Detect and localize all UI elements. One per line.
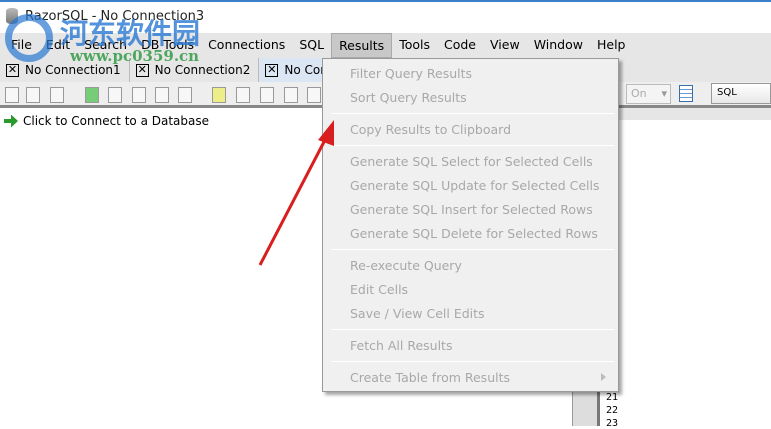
toolbar-button-icon[interactable] [155,87,169,103]
menu-sql[interactable]: SQL [292,33,331,58]
results-menu-dropdown: Filter Query Results Sort Query Results Co… [322,58,619,392]
tab-connection-2[interactable]: ✕ No Connection2 [130,58,260,82]
menu-item-create-table-from-results[interactable]: Create Table from Results [323,366,618,390]
menu-results[interactable]: Results [331,33,393,58]
toolbar-button-icon[interactable] [212,87,226,103]
menu-separator [331,113,614,114]
autocommit-select[interactable]: On [626,84,671,104]
menu-item-save-view-cell-edits[interactable]: Save / View Cell Edits [323,302,618,326]
connect-label: Click to Connect to a Database [23,114,209,128]
menu-item-edit-cells[interactable]: Edit Cells [323,278,618,302]
line-number: 21 [606,392,619,403]
app-icon [6,8,18,24]
toolbar-button-icon[interactable] [178,87,192,103]
menu-item-filter-query-results[interactable]: Filter Query Results [323,62,618,86]
language-select[interactable]: SQL [711,83,771,104]
menu-item-sort-query-results[interactable]: Sort Query Results [323,86,618,110]
line-number: 22 [606,405,619,416]
menu-item-generate-sql-insert-for-selected-rows[interactable]: Generate SQL Insert for Selected Rows [323,198,618,222]
window-title: RazorSQL - No Connection3 [25,9,205,24]
submenu-arrow-icon [601,373,606,381]
tab-label: No Connection1 [25,63,121,77]
toolbar-button-icon[interactable] [26,87,40,103]
menu-item-generate-sql-select-for-selected-cells[interactable]: Generate SQL Select for Selected Cells [323,150,618,174]
menu-connections[interactable]: Connections [201,33,292,58]
menu-file[interactable]: File [4,33,39,58]
menu-code[interactable]: Code [437,33,483,58]
menu-tools[interactable]: Tools [392,33,437,58]
menu-item-generate-sql-update-for-selected-cells[interactable]: Generate SQL Update for Selected Cells [323,174,618,198]
menu-item-copy-results-to-clipboard[interactable]: Copy Results to Clipboard [323,118,618,142]
toolbar-button-icon[interactable] [132,87,146,103]
menu-item-fetch-all-results[interactable]: Fetch All Results [323,334,618,358]
menu-window[interactable]: Window [527,33,590,58]
menu-help[interactable]: Help [590,33,633,58]
title-bar: RazorSQL - No Connection3 [0,0,771,33]
connect-to-database-item[interactable]: Click to Connect to a Database [4,114,209,128]
editor-header-strip [600,108,771,120]
menu-bar: File Edit Search DB Tools Connections SQL Resu… [0,33,771,58]
menu-separator [331,329,614,330]
menu-edit[interactable]: Edit [39,33,77,58]
toolbar-button-icon[interactable] [85,87,99,103]
connect-icon [4,114,18,128]
menu-separator [331,145,614,146]
menu-separator [331,249,614,250]
menu-item-generate-sql-delete-for-selected-rows[interactable]: Generate SQL Delete for Selected Rows [323,222,618,246]
close-tab-icon[interactable]: ✕ [6,63,19,77]
line-number: 23 [606,418,619,429]
toolbar-button-icon[interactable] [260,87,274,103]
tab-connection-1[interactable]: ✕ No Connection1 [0,58,130,82]
menu-view[interactable]: View [483,33,527,58]
notes-icon[interactable] [679,85,693,102]
toolbar-button-icon[interactable] [50,87,64,103]
toolbar-button-icon[interactable] [108,87,122,103]
close-tab-icon[interactable]: ✕ [135,63,149,77]
toolbar-button-icon[interactable] [284,87,298,103]
menu-separator [331,361,614,362]
toolbar-button-icon[interactable] [5,87,19,103]
menu-search[interactable]: Search [77,33,134,58]
close-tab-icon[interactable]: ✕ [265,63,279,77]
tab-label: No Connection2 [154,63,251,77]
toolbar-button-icon[interactable] [307,87,321,103]
menu-item-re-execute-query[interactable]: Re-execute Query [323,254,618,278]
menu-db-tools[interactable]: DB Tools [134,33,201,58]
toolbar-button-icon[interactable] [236,87,250,103]
